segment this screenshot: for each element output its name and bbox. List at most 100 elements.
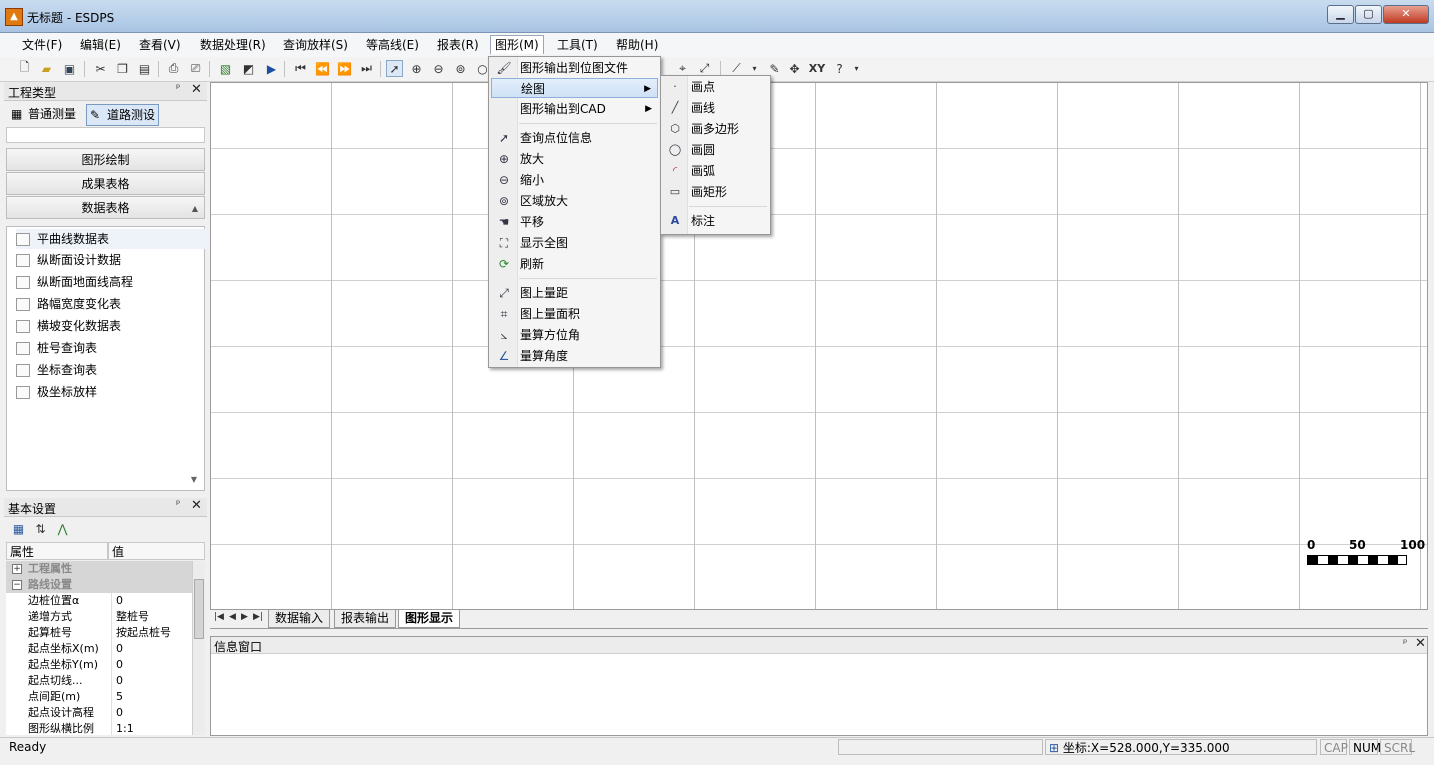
menu-item-zoom-out[interactable]: ⊖ 缩小 bbox=[491, 170, 658, 190]
list-item[interactable]: 桩号查询表 bbox=[16, 338, 97, 358]
property-row[interactable]: 边桩位置α 0 bbox=[6, 593, 192, 610]
help-icon[interactable]: ? bbox=[831, 60, 848, 77]
pin-icon[interactable]: ᵖ bbox=[1403, 638, 1407, 649]
normal-survey-button[interactable]: ▦ 普通测量 bbox=[8, 104, 79, 124]
chevron-down-icon[interactable]: ▼ bbox=[186, 472, 202, 488]
close-icon[interactable]: ✕ bbox=[1415, 636, 1426, 651]
prev-icon[interactable]: ⏪ bbox=[314, 60, 331, 77]
menu-item-export-bitmap[interactable]: 🖌 图形输出到位图文件 bbox=[491, 58, 658, 78]
section-data-tables[interactable]: 数据表格 ▲ bbox=[6, 196, 205, 219]
next-tab-icon[interactable]: ▶ bbox=[241, 612, 248, 622]
menu-item-refresh[interactable]: ⟳ 刷新 bbox=[491, 254, 658, 274]
menu-item-fit-all[interactable]: ⛶ 显示全图 bbox=[491, 233, 658, 253]
sort-icon[interactable]: ⇅ bbox=[32, 520, 49, 537]
list-item[interactable]: 平曲线数据表 bbox=[16, 229, 222, 249]
chevron-down-icon[interactable]: ▾ bbox=[848, 60, 865, 77]
drawing-canvas[interactable] bbox=[210, 82, 1428, 610]
property-value[interactable]: 0 bbox=[111, 657, 123, 673]
chevron-up-icon[interactable]: ▲ bbox=[192, 197, 198, 220]
next-icon[interactable]: ⏩ bbox=[336, 60, 353, 77]
export-icon[interactable]: ◩ bbox=[240, 60, 257, 77]
print-preview-icon[interactable]: ⎙ bbox=[165, 60, 182, 77]
menu-item-measure-area[interactable]: ⌗ 图上量面积 bbox=[491, 304, 658, 324]
property-value[interactable]: 0 bbox=[111, 593, 123, 609]
menu-item-pan[interactable]: ☚ 平移 bbox=[491, 212, 658, 232]
zoom-in-icon[interactable]: ⊕ bbox=[408, 60, 425, 77]
menu-help[interactable]: 帮助(H) bbox=[612, 36, 662, 54]
last-icon[interactable]: ⏭ bbox=[358, 60, 375, 77]
pin-icon[interactable]: ᵖ bbox=[176, 499, 180, 510]
print-icon[interactable]: ⎚ bbox=[187, 60, 204, 77]
menu-graphics[interactable]: 图形(M) bbox=[490, 35, 544, 54]
coordinate-icon[interactable]: XY bbox=[806, 60, 828, 77]
menu-item-draw-arc[interactable]: ◜ 画弧 bbox=[663, 161, 768, 181]
property-value[interactable]: 0 bbox=[111, 641, 123, 657]
road-design-button[interactable]: ✎ 道路测设 bbox=[86, 104, 160, 126]
close-icon[interactable]: ✕ bbox=[191, 498, 202, 513]
menu-tools[interactable]: 工具(T) bbox=[553, 36, 602, 54]
menu-contour[interactable]: 等高线(E) bbox=[362, 36, 423, 54]
menu-item-draw[interactable]: 绘图 ▶ bbox=[491, 78, 658, 98]
categorized-icon[interactable]: ▦ bbox=[10, 520, 27, 537]
tab-report-output[interactable]: 报表输出 bbox=[334, 610, 397, 628]
list-item[interactable]: 极坐标放样 bbox=[16, 382, 97, 402]
group-project-properties[interactable]: + 工程属性 bbox=[6, 561, 192, 578]
property-row[interactable]: 起算桩号 按起点桩号 bbox=[6, 625, 192, 642]
menu-item-measure-distance[interactable]: ⤢ 图上量距 bbox=[491, 283, 658, 303]
property-value[interactable]: 0 bbox=[111, 705, 123, 721]
property-row[interactable]: 点间距(m) 5 bbox=[6, 689, 192, 706]
section-result-tables[interactable]: 成果表格 bbox=[6, 172, 205, 195]
menu-item-draw-polygon[interactable]: ⬡ 画多边形 bbox=[663, 119, 768, 139]
cut-icon[interactable]: ✂ bbox=[92, 60, 109, 77]
menu-item-measure-angle[interactable]: ∠ 量算角度 bbox=[491, 346, 658, 366]
collapse-icon[interactable]: − bbox=[12, 580, 22, 590]
property-value[interactable]: 1:1 bbox=[111, 721, 134, 735]
menu-report[interactable]: 报表(R) bbox=[433, 36, 483, 54]
menu-item-measure-azimuth[interactable]: ⦣ 量算方位角 bbox=[491, 325, 658, 345]
property-row[interactable]: 起点坐标X(m) 0 bbox=[6, 641, 192, 658]
esdps-app-icon[interactable]: ▲ bbox=[5, 8, 23, 26]
list-item[interactable]: 纵断面地面线高程 bbox=[16, 272, 133, 292]
menu-item-export-cad[interactable]: 图形输出到CAD ▶ bbox=[491, 99, 658, 119]
image-icon[interactable]: ▧ bbox=[217, 60, 234, 77]
property-value[interactable]: 0 bbox=[111, 673, 123, 689]
menu-item-draw-line[interactable]: ╱ 画线 bbox=[663, 98, 768, 118]
tab-data-input[interactable]: 数据输入 bbox=[268, 610, 331, 628]
menu-item-draw-rectangle[interactable]: ▭ 画矩形 bbox=[663, 182, 768, 202]
list-item[interactable]: 坐标查询表 bbox=[16, 360, 97, 380]
property-value[interactable]: 5 bbox=[111, 689, 123, 705]
prev-tab-icon[interactable]: ◀ bbox=[229, 612, 236, 622]
property-value[interactable]: 按起点桩号 bbox=[111, 625, 171, 641]
zoom-region-icon[interactable]: ⊚ bbox=[452, 60, 469, 77]
list-item[interactable]: 横坡变化数据表 bbox=[16, 316, 121, 336]
menu-data-processing[interactable]: 数据处理(R) bbox=[196, 36, 270, 54]
close-button[interactable]: ✕ bbox=[1383, 5, 1429, 24]
expand-icon[interactable]: + bbox=[12, 564, 22, 574]
menu-item-zoom-in[interactable]: ⊕ 放大 bbox=[491, 149, 658, 169]
list-item[interactable]: 路幅宽度变化表 bbox=[16, 294, 121, 314]
menu-query-stakeout[interactable]: 查询放样(S) bbox=[279, 36, 352, 54]
property-row[interactable]: 起点切线... 0 bbox=[6, 673, 192, 690]
scrollbar[interactable] bbox=[192, 561, 205, 735]
paste-icon[interactable]: ▤ bbox=[136, 60, 153, 77]
save-icon[interactable]: ▣ bbox=[61, 60, 78, 77]
section-graphics-drawing[interactable]: 图形绘制 bbox=[6, 148, 205, 171]
play-icon[interactable]: ▶ bbox=[263, 60, 280, 77]
first-tab-icon[interactable]: |◀ bbox=[214, 612, 224, 622]
property-row[interactable]: 图形纵横比例 1:1 bbox=[6, 721, 192, 735]
last-tab-icon[interactable]: ▶| bbox=[253, 612, 263, 622]
property-row[interactable]: 起点设计高程 0 bbox=[6, 705, 192, 722]
maximize-button[interactable]: ▢ bbox=[1355, 5, 1382, 24]
menu-view[interactable]: 查看(V) bbox=[135, 36, 185, 54]
menu-item-query-point[interactable]: ➚ 查询点位信息 bbox=[491, 128, 658, 148]
property-value[interactable]: 整桩号 bbox=[111, 609, 149, 625]
scrollbar-thumb[interactable] bbox=[194, 579, 204, 639]
tab-graphics-display[interactable]: 图形显示 bbox=[398, 610, 461, 628]
menu-item-zoom-region[interactable]: ⊚ 区域放大 bbox=[491, 191, 658, 211]
select-arrow-icon[interactable]: ➚ bbox=[386, 60, 403, 77]
menu-item-draw-circle[interactable]: ◯ 画圆 bbox=[663, 140, 768, 160]
list-item[interactable]: 纵断面设计数据 bbox=[16, 250, 121, 270]
group-route-settings[interactable]: − 路线设置 bbox=[6, 577, 192, 594]
copy-icon[interactable]: ❐ bbox=[114, 60, 131, 77]
move-icon[interactable]: ✥ bbox=[786, 60, 803, 77]
